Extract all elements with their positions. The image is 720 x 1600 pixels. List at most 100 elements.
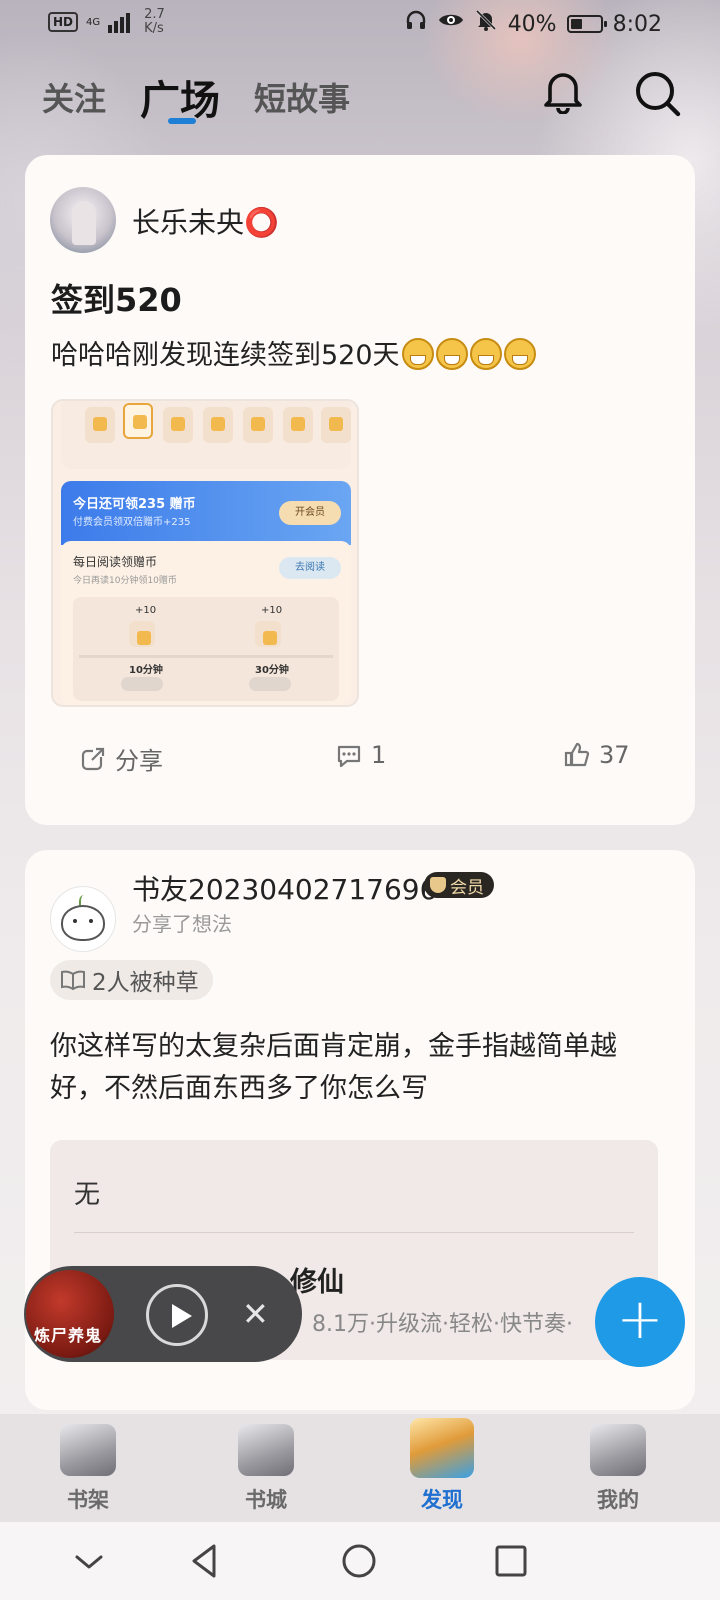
go-read-button: 去阅读 [279, 557, 341, 579]
bottom-tab-bar: 书架 书城 发现 我的 [0, 1414, 720, 1522]
share-button[interactable]: 分享 [79, 741, 163, 776]
grin-emoji-icon [401, 338, 434, 370]
vip-banner: 今日还可领235 赠币 付费会员领双倍赠币+235 开会员 [61, 481, 351, 545]
eye-icon [438, 8, 464, 40]
reward-plus: +10 [261, 605, 283, 616]
post-subtitle: 分享了想法 [132, 912, 232, 936]
thumbs-up-icon [564, 742, 590, 767]
battery-fill [570, 19, 582, 29]
vip-badge-label: 会员 [450, 877, 484, 898]
battery-icon [566, 15, 607, 33]
share-label: 分享 [115, 747, 163, 775]
coin-icon [129, 621, 155, 647]
post-username[interactable]: 书友20230402717696 [132, 868, 437, 908]
post-image[interactable]: 今日还可领235 赠币 付费会员领双倍赠币+235 开会员 每日阅读领赠币 今日… [51, 399, 359, 707]
recommend-tag[interactable]: 2人被种草 [50, 960, 213, 1000]
coin-icon [255, 621, 281, 647]
avatar[interactable] [50, 886, 116, 952]
vip-badge: 会员 [424, 872, 494, 898]
coin-icon [123, 403, 153, 439]
reward-box: +10 +10 10分钟 30分钟 [73, 597, 339, 701]
like-count: 37 [599, 741, 630, 769]
play-button[interactable] [146, 1284, 208, 1346]
progress-track [79, 655, 333, 658]
reward-plus: +10 [135, 605, 157, 616]
coin-icon [283, 407, 313, 443]
comment-icon [337, 745, 361, 768]
coin-icon [321, 407, 351, 443]
checkin-calendar [61, 401, 351, 469]
hd-icon: HD [48, 12, 79, 32]
coin-icon [85, 407, 115, 443]
tab-label: 书架 [67, 1488, 109, 1512]
tab-bookshelf[interactable]: 书架 [28, 1414, 148, 1522]
discover-icon [410, 1418, 474, 1478]
bookstore-icon [238, 1424, 294, 1476]
network-speed: 2.7 K/s [144, 7, 165, 36]
vip-shield-icon [430, 877, 446, 893]
clock: 8:02 [612, 11, 662, 37]
book-meta: 8.1万·升级流·轻松·快节奏· [312, 1312, 573, 1337]
claim-pill [249, 677, 291, 691]
back-icon[interactable] [182, 1538, 228, 1584]
tab-discover[interactable]: 发现 [382, 1414, 502, 1522]
tab-label: 发现 [421, 1488, 463, 1512]
tab-profile[interactable]: 我的 [558, 1414, 678, 1522]
signal-icon [108, 11, 131, 33]
audio-player[interactable]: 炼尸养鬼 ✕ [24, 1266, 302, 1362]
tab-bookstore[interactable]: 书城 [206, 1414, 326, 1522]
post-text: 哈哈哈刚发现连续签到520天 [51, 333, 536, 372]
network-type: 4G [86, 16, 101, 28]
avatar[interactable] [50, 187, 116, 253]
open-book-icon [61, 970, 85, 991]
task-subtitle: 今日再读10分钟领10赠币 [73, 576, 177, 586]
system-nav-bar [0, 1522, 720, 1600]
audiobook-cover[interactable]: 炼尸养鬼 [26, 1270, 114, 1358]
reward-time: 10分钟 [129, 665, 163, 676]
coin-icon [243, 407, 273, 443]
close-icon[interactable]: ✕ [242, 1296, 269, 1332]
bookshelf-icon [60, 1424, 116, 1476]
divider [74, 1232, 634, 1233]
tab-short-stories[interactable]: 短故事 [254, 74, 350, 120]
book-title: 修仙 [290, 1267, 344, 1298]
quote-line: 无 [74, 1180, 101, 1210]
claim-pill [121, 677, 163, 691]
collapse-icon[interactable] [66, 1538, 112, 1584]
headphones-icon [404, 8, 428, 40]
recents-icon[interactable] [488, 1538, 534, 1584]
tab-label: 我的 [597, 1488, 639, 1512]
mute-bell-icon [474, 8, 498, 40]
cartoon-face-icon [61, 905, 105, 941]
tab-follow[interactable]: 关注 [42, 74, 106, 120]
post-username[interactable]: 长乐未央⭕ [132, 201, 279, 241]
post-actions: 分享 1 37 [25, 735, 695, 785]
comment-count: 1 [371, 741, 387, 769]
grin-emoji-icon [503, 338, 536, 370]
tab-label: 书城 [245, 1488, 287, 1512]
grin-emoji-icon [469, 338, 502, 370]
vip-banner-subtitle: 付费会员领双倍赠币+235 [73, 517, 191, 528]
home-icon[interactable] [336, 1538, 382, 1584]
post-card[interactable]: 长乐未央⭕ 签到520 哈哈哈刚发现连续签到520天 今日还可领235 赠币 付… [25, 155, 695, 825]
recommend-tag-label: 2人被种草 [92, 970, 199, 996]
new-post-button[interactable]: + [595, 1277, 685, 1367]
reading-task-panel: 每日阅读领赠币 今日再读10分钟领10赠币 去阅读 +10 +10 10分钟 3… [61, 541, 351, 705]
like-button[interactable]: 37 [563, 741, 630, 769]
status-bar: HD 4G 2.7 K/s 40% 8:02 [0, 0, 720, 46]
profile-icon [590, 1424, 646, 1476]
active-tab-indicator [168, 118, 196, 124]
comment-button[interactable]: 1 [335, 741, 386, 769]
top-nav: 关注 广场 短故事 [0, 60, 720, 130]
coin-icon [203, 407, 233, 443]
battery-percent: 40% [507, 11, 557, 37]
post-text: 你这样写的太复杂后面肯定崩，金手指越简单越好，不然后面东西多了你怎么写 [50, 1031, 617, 1104]
task-title: 每日阅读领赠币 [73, 555, 158, 569]
cover-title: 炼尸养鬼 [34, 1326, 103, 1345]
coin-icon [163, 407, 193, 443]
reward-time: 30分钟 [255, 665, 289, 676]
bell-icon[interactable] [542, 68, 584, 115]
search-icon[interactable] [632, 68, 682, 118]
grin-emoji-icon [435, 338, 468, 370]
share-icon [81, 747, 105, 770]
